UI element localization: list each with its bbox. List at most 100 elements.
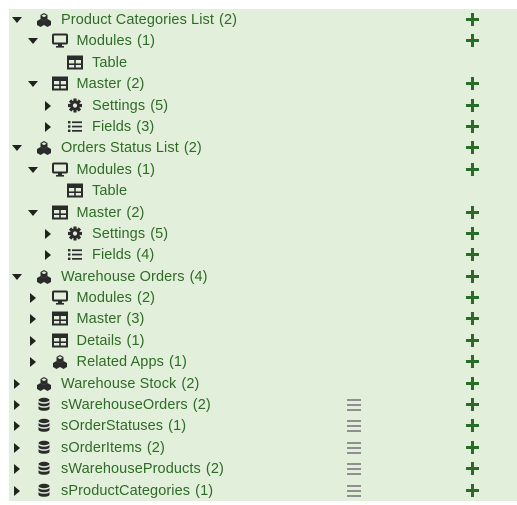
tree-node[interactable]: Master (3)	[9, 308, 517, 330]
add-icon[interactable]	[465, 226, 480, 241]
tree-node[interactable]: Modules (2)	[9, 287, 517, 309]
tree-node-label[interactable]: sProductCategories (1)	[61, 483, 213, 499]
drag-handle-icon[interactable]	[347, 463, 361, 476]
tree-node-label[interactable]: Warehouse Stock (2)	[61, 376, 199, 392]
node-name: Table	[92, 183, 128, 200]
add-icon[interactable]	[465, 269, 480, 284]
drag-handle-icon[interactable]	[347, 420, 361, 433]
tree-node-label[interactable]: Modules (1)	[77, 33, 156, 49]
tree-node-label[interactable]: Settings (5)	[92, 226, 168, 242]
caret-right-icon[interactable]	[10, 415, 24, 436]
tree-node[interactable]: Fields (3)	[9, 115, 517, 138]
caret-right-icon[interactable]	[26, 287, 40, 308]
add-icon[interactable]	[465, 140, 480, 155]
database-icon	[36, 461, 52, 476]
caret-right-icon[interactable]	[10, 394, 24, 415]
tree-node-label[interactable]: sWarehouseOrders (2)	[61, 397, 211, 413]
tree-node-label[interactable]: Modules (2)	[77, 290, 156, 306]
add-icon[interactable]	[465, 483, 480, 498]
tree-node[interactable]: Table	[9, 51, 517, 74]
add-icon[interactable]	[465, 461, 480, 476]
tree-node[interactable]: sWarehouseOrders (2)	[9, 394, 517, 416]
add-icon[interactable]	[465, 119, 480, 134]
caret-right-icon[interactable]	[10, 437, 24, 458]
caret-down-icon[interactable]	[10, 9, 24, 30]
add-icon[interactable]	[465, 333, 480, 348]
add-icon[interactable]	[465, 205, 480, 220]
tree-node[interactable]: Modules (1)	[9, 30, 517, 52]
tree-node[interactable]: Related Apps (1)	[9, 351, 517, 373]
caret-right-icon[interactable]	[41, 223, 55, 244]
add-icon[interactable]	[465, 76, 480, 91]
tree-node[interactable]: Warehouse Orders (4)	[9, 265, 517, 288]
add-icon[interactable]	[465, 440, 480, 455]
tree-node[interactable]: Details (1)	[9, 329, 517, 352]
tree-node[interactable]: sProductCategories (1)	[9, 479, 517, 501]
tree-node-label[interactable]: Table	[92, 55, 127, 71]
tree-node[interactable]: Orders Status List (2)	[9, 137, 517, 159]
tree-node[interactable]: Fields (4)	[9, 244, 517, 266]
caret-down-icon[interactable]	[10, 137, 24, 158]
node-count: (2)	[181, 375, 200, 392]
tree-node[interactable]: Table	[9, 180, 517, 202]
tree-node-label[interactable]: Fields (4)	[92, 247, 154, 263]
caret-down-icon[interactable]	[26, 202, 40, 223]
monitor-icon	[51, 162, 68, 177]
tree-node-label[interactable]: Warehouse Orders (4)	[61, 269, 208, 285]
tree-node[interactable]: Settings (5)	[9, 94, 517, 116]
add-icon[interactable]	[465, 397, 480, 412]
add-icon[interactable]	[465, 162, 480, 177]
drag-handle-icon[interactable]	[347, 399, 361, 412]
caret-right-icon[interactable]	[26, 330, 40, 351]
caret-right-icon[interactable]	[10, 458, 24, 479]
tree-node-label[interactable]: sOrderStatuses (1)	[61, 418, 186, 434]
add-icon[interactable]	[465, 376, 480, 391]
caret-right-icon[interactable]	[41, 244, 55, 265]
node-count: (1)	[195, 482, 214, 499]
add-icon[interactable]	[465, 311, 480, 326]
tree-node[interactable]: sOrderItems (2)	[9, 436, 517, 459]
tree-node-label[interactable]: Product Categories List (2)	[61, 12, 237, 28]
tree-node[interactable]: Product Categories List (2)	[9, 9, 517, 31]
add-icon[interactable]	[465, 98, 480, 113]
tree-node-label[interactable]: Fields (3)	[92, 119, 154, 135]
drag-handle-icon[interactable]	[347, 441, 361, 454]
tree-node-label[interactable]: sWarehouseProducts (2)	[61, 461, 224, 477]
caret-right-icon[interactable]	[41, 95, 55, 116]
tree-node-label[interactable]: Master (2)	[77, 205, 145, 221]
tree-node[interactable]: Warehouse Stock (2)	[9, 372, 517, 395]
node-name: Modules	[76, 33, 133, 50]
caret-down-icon[interactable]	[26, 159, 40, 180]
tree-node-label[interactable]: Table	[92, 183, 127, 199]
tree-node-label[interactable]: Orders Status List (2)	[61, 140, 202, 156]
tree-node[interactable]: sWarehouseProducts (2)	[9, 458, 517, 480]
node-count: (2)	[126, 204, 145, 221]
caret-down-icon[interactable]	[10, 266, 24, 287]
tree-node-label[interactable]: Master (2)	[77, 76, 145, 92]
tree-node[interactable]: Settings (5)	[9, 222, 517, 245]
caret-right-icon[interactable]	[26, 308, 40, 329]
add-icon[interactable]	[465, 290, 480, 305]
caret-down-icon[interactable]	[26, 30, 40, 51]
add-icon[interactable]	[465, 247, 480, 262]
add-icon[interactable]	[465, 33, 480, 48]
tree-node-label[interactable]: Related Apps (1)	[77, 354, 188, 370]
tree-node-label[interactable]: Settings (5)	[92, 98, 168, 114]
tree-node-label[interactable]: Modules (1)	[77, 162, 156, 178]
tree-node[interactable]: sOrderStatuses (1)	[9, 415, 517, 437]
tree-node-label[interactable]: Master (3)	[77, 311, 145, 327]
add-icon[interactable]	[465, 418, 480, 433]
tree-node-label[interactable]: sOrderItems (2)	[61, 440, 165, 456]
caret-right-icon[interactable]	[26, 351, 40, 372]
caret-right-icon[interactable]	[10, 480, 24, 501]
drag-handle-icon[interactable]	[347, 484, 361, 497]
add-icon[interactable]	[465, 354, 480, 369]
add-icon[interactable]	[465, 12, 480, 27]
caret-down-icon[interactable]	[26, 73, 40, 94]
tree-node[interactable]: Master (2)	[9, 201, 517, 223]
tree-node[interactable]: Modules (1)	[9, 158, 517, 181]
tree-node-label[interactable]: Details (1)	[77, 333, 145, 349]
caret-right-icon[interactable]	[10, 373, 24, 394]
caret-right-icon[interactable]	[41, 116, 55, 137]
tree-node[interactable]: Master (2)	[9, 73, 517, 95]
